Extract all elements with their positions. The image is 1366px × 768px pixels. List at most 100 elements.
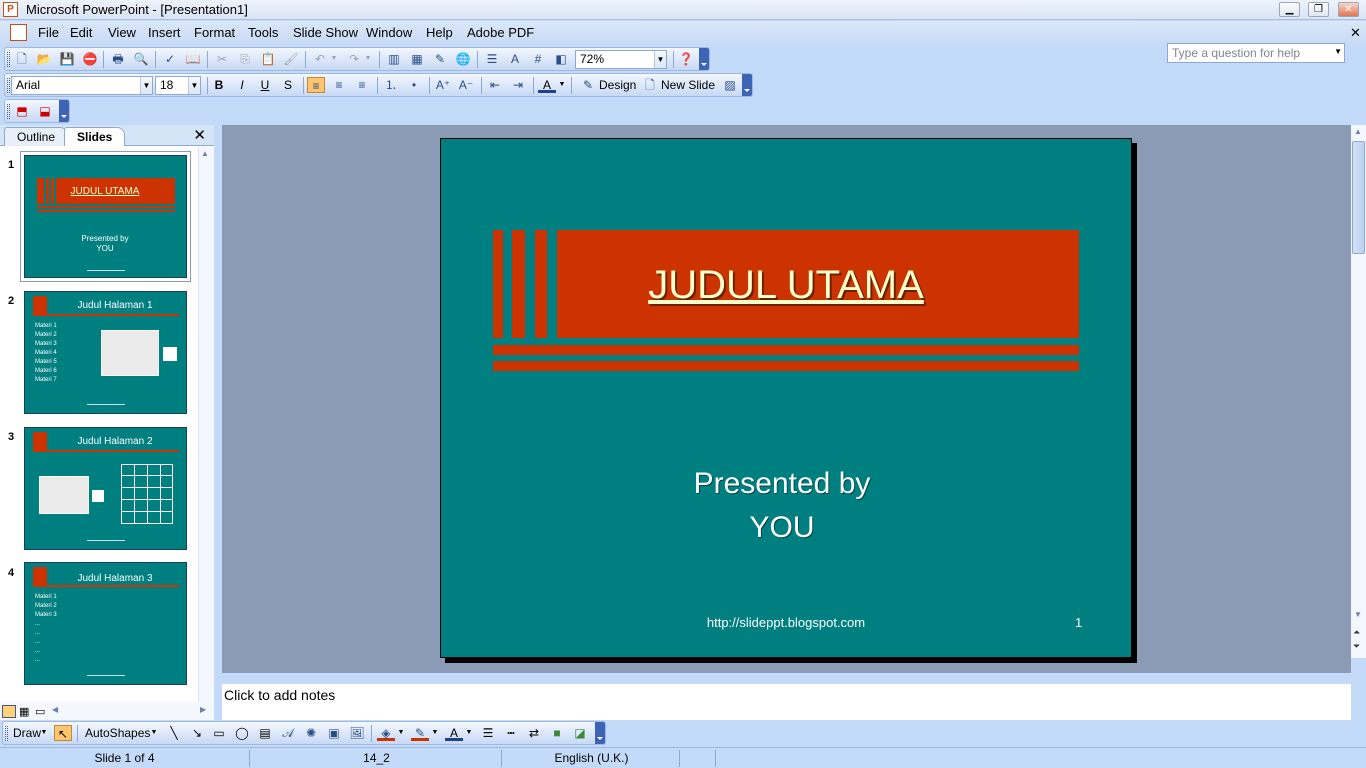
slide-thumbnail-2[interactable]: Judul Halaman 1 Materi 1 Materi 2 Materi 3… [24, 291, 187, 414]
chevron-down-icon[interactable]: ▼ [430, 725, 440, 741]
oval-icon[interactable]: ◯ [233, 725, 251, 741]
arrow-style-icon[interactable]: ⇄ [525, 725, 543, 741]
toolbar-grip[interactable] [5, 726, 8, 741]
line-style-icon[interactable]: ☰ [479, 725, 497, 741]
cut-icon[interactable]: ✂ [213, 51, 231, 67]
save-icon[interactable]: 💾 [58, 51, 76, 67]
menu-tools[interactable]: Tools [246, 25, 280, 40]
insert-chart-icon[interactable]: ▥ [385, 51, 403, 67]
chevron-down-icon[interactable]: ▼ [557, 77, 567, 93]
text-box-icon[interactable]: ▤ [256, 725, 274, 741]
color-grayscale-icon[interactable]: ◧ [552, 51, 570, 67]
restore-button[interactable]: ❐ [1308, 2, 1329, 17]
convert-to-pdf-icon[interactable]: ⬒ [13, 103, 31, 119]
next-slide-icon[interactable]: ⏷ [1353, 641, 1360, 652]
align-right-icon[interactable]: ≡ [353, 77, 371, 93]
align-left-icon[interactable]: ≡ [307, 77, 325, 93]
shadow-icon[interactable]: S [279, 77, 297, 93]
slide-settings-icon[interactable]: ▨ [721, 77, 739, 93]
help-question-input[interactable]: Type a question for help ▼ [1167, 43, 1345, 63]
format-painter-icon[interactable]: 🖌 [282, 51, 300, 67]
spelling-icon[interactable]: ✓ [161, 51, 179, 67]
menu-adobe-pdf[interactable]: Adobe PDF [465, 25, 536, 40]
scroll-up-icon[interactable]: ▲ [1354, 127, 1362, 136]
toolbar-options-icon[interactable] [59, 100, 69, 122]
toolbar-grip[interactable] [7, 78, 10, 93]
normal-view-icon[interactable] [2, 705, 16, 718]
scroll-up-icon[interactable]: ▲ [201, 149, 209, 158]
numbering-icon[interactable]: ⒈ [382, 77, 400, 93]
paste-icon[interactable]: 📋 [259, 51, 277, 67]
menu-edit[interactable]: Edit [68, 25, 94, 40]
menu-slide-show[interactable]: Slide Show [291, 25, 360, 40]
toolbar-options-icon[interactable] [699, 48, 709, 70]
chevron-down-icon[interactable]: ▼ [140, 77, 152, 94]
slide-show-icon[interactable]: ▭ [35, 705, 45, 718]
toolbar-grip[interactable] [7, 104, 10, 119]
line-color-icon[interactable]: ✎ [411, 725, 429, 741]
permission-icon[interactable]: ⛔ [81, 51, 99, 67]
tab-slides[interactable]: Slides [64, 127, 126, 146]
tab-outline[interactable]: Outline [4, 127, 69, 146]
menu-insert[interactable]: Insert [146, 25, 183, 40]
slide-vertical-scrollbar[interactable]: ▲ ▼ ⏶ ⏷ [1351, 125, 1366, 658]
font-size-select[interactable]: 18 ▼ [155, 76, 201, 95]
toolbar-options-icon[interactable] [595, 722, 605, 744]
scroll-right-icon[interactable]: ▶ [200, 705, 206, 714]
select-pointer-icon[interactable]: ↖ [54, 725, 72, 741]
scroll-down-icon[interactable]: ▼ [1354, 610, 1362, 619]
slide-subtitle-line2[interactable]: YOU [621, 511, 943, 545]
decrease-indent-icon[interactable]: ⇤ [486, 77, 504, 93]
design-button[interactable]: Design [599, 78, 636, 92]
chevron-down-icon[interactable]: ▼ [654, 51, 666, 68]
line-icon[interactable]: ╲ [165, 725, 183, 741]
print-icon[interactable]: 🖶 [109, 51, 127, 67]
help-icon[interactable]: ❓ [677, 51, 695, 67]
italic-icon[interactable]: I [233, 77, 251, 93]
research-icon[interactable]: 📖 [184, 51, 202, 67]
close-panel-icon[interactable]: ✕ [193, 126, 206, 144]
open-icon[interactable]: 📂 [35, 51, 53, 67]
chevron-down-icon[interactable]: ▼ [149, 725, 159, 741]
decrease-font-icon[interactable]: A⁻ [457, 77, 475, 93]
show-formatting-icon[interactable]: A [506, 51, 524, 67]
insert-table-icon[interactable]: ▦ [408, 51, 426, 67]
fill-color-icon[interactable]: ◈ [377, 725, 395, 741]
expand-all-icon[interactable]: ☰ [483, 51, 501, 67]
chevron-down-icon[interactable]: ▼ [329, 51, 339, 67]
copy-icon[interactable]: ⎘ [236, 51, 254, 67]
slide-sorter-icon[interactable]: ▦ [19, 705, 29, 718]
rectangle-icon[interactable]: ▭ [210, 725, 228, 741]
menu-format[interactable]: Format [192, 25, 237, 40]
close-window-button[interactable]: ✕ [1338, 2, 1359, 17]
shadow-style-icon[interactable]: ■ [548, 725, 566, 741]
print-preview-icon[interactable]: 🔍 [132, 51, 150, 67]
bullets-icon[interactable]: • [405, 77, 423, 93]
menu-help[interactable]: Help [424, 25, 455, 40]
chevron-down-icon[interactable]: ▼ [396, 725, 406, 741]
arrow-icon[interactable]: ↘ [188, 725, 206, 741]
font-select[interactable]: Arial ▼ [11, 76, 153, 95]
minimize-button[interactable]: ▁ [1279, 2, 1300, 17]
show-grid-icon[interactable]: # [529, 51, 547, 67]
toolbar-grip[interactable] [7, 52, 10, 67]
clip-art-icon[interactable]: ▣ [325, 725, 343, 741]
menu-file[interactable]: File [36, 25, 61, 40]
menu-window[interactable]: Window [364, 25, 414, 40]
chevron-down-icon[interactable]: ▼ [464, 725, 474, 741]
previous-slide-icon[interactable]: ⏶ [1353, 627, 1360, 638]
picture-icon[interactable]: 🖼 [348, 725, 366, 741]
scrollbar-thumb[interactable] [1352, 141, 1365, 254]
bold-icon[interactable]: B [210, 77, 228, 93]
close-document-button[interactable]: ✕ [1350, 25, 1361, 41]
increase-indent-icon[interactable]: ⇥ [509, 77, 527, 93]
document-icon[interactable] [10, 24, 27, 41]
scroll-left-icon[interactable]: ◀ [52, 705, 58, 714]
autoshapes-button[interactable]: AutoShapes [85, 726, 150, 740]
hyperlink-icon[interactable]: 🌐 [454, 51, 472, 67]
align-center-icon[interactable]: ≡ [330, 77, 348, 93]
underline-icon[interactable]: U [256, 77, 274, 93]
increase-font-icon[interactable]: A⁺ [434, 77, 452, 93]
slide-title[interactable]: JUDUL UTAMA [601, 263, 971, 308]
notes-pane[interactable]: Click to add notes [222, 684, 1351, 720]
